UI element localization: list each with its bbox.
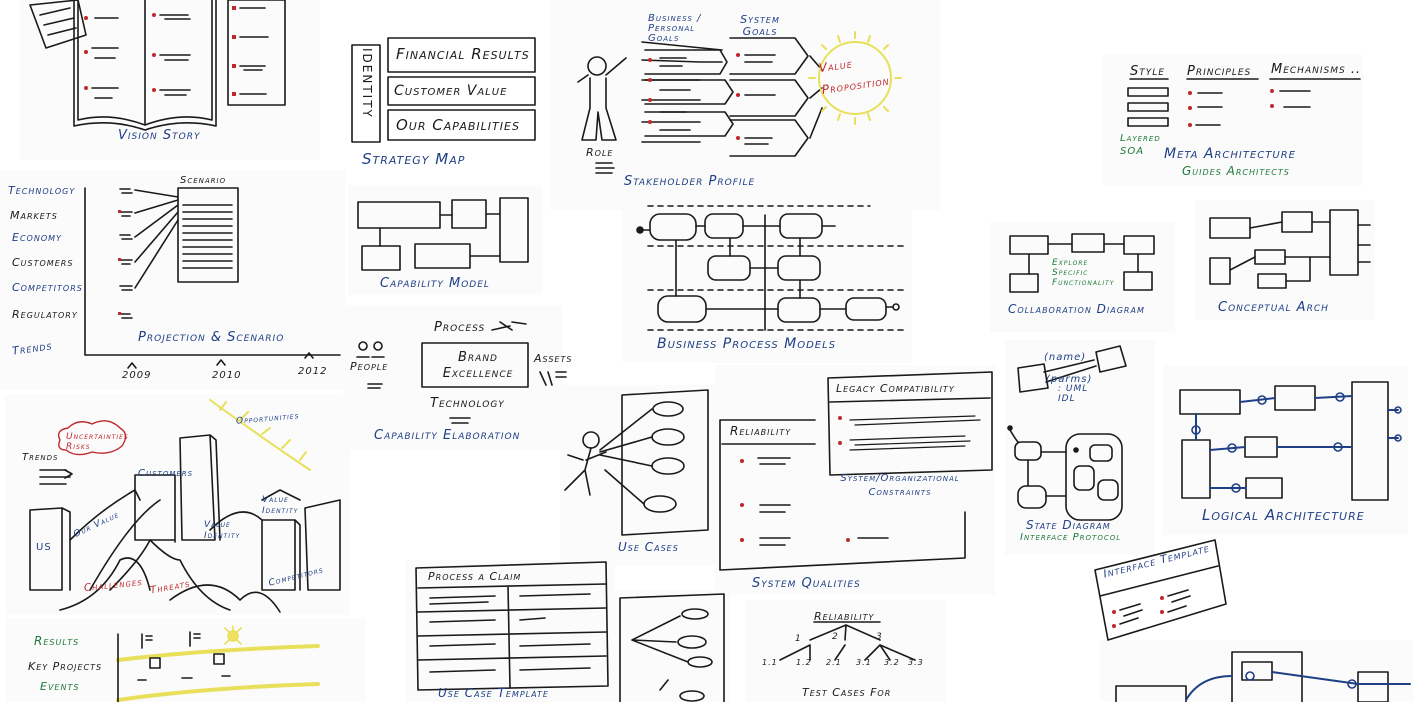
factor-competitors: Competitors <box>12 281 83 294</box>
test-root-reliability: Reliability <box>814 610 875 623</box>
test-node-2: 2 <box>832 632 839 642</box>
reliability-label: Reliability <box>730 424 792 438</box>
constraints-label: System/Organizational Constraints <box>840 473 960 498</box>
component-sketch <box>1115 651 1411 702</box>
results-timeline-sketch <box>116 625 320 702</box>
test-node-3-1: 3.1 <box>856 658 872 667</box>
system-qualities-sketch <box>719 371 993 571</box>
use-case-template-title: Use Case Template <box>438 686 549 700</box>
role-label: Role <box>586 146 614 159</box>
business-process-title: Business Process Models <box>657 336 837 352</box>
business-personal-goals-label: Business / Personal Goals <box>648 13 702 44</box>
state-diagram-sketch <box>1007 345 1127 521</box>
system-qualities-title: System Qualities <box>752 576 861 591</box>
strategy-row-customer: Customer Value <box>394 83 508 99</box>
year-2012: 2012 <box>298 366 328 377</box>
value-identity-left: Value Identity <box>204 520 241 541</box>
strategy-identity-label: IDENTITY <box>360 48 374 119</box>
collaboration-title: Collaboration Diagram <box>1008 302 1145 316</box>
vision-book-sketch <box>29 0 286 131</box>
test-node-1-2: 1.2 <box>796 658 812 667</box>
legacy-compatibility-label: Legacy Compatibility <box>836 382 955 395</box>
test-node-1-1: 1.1 <box>762 658 778 667</box>
results-label: Results <box>34 634 80 648</box>
meta-architecture-sketch <box>1127 78 1361 127</box>
factor-markets: Markets <box>10 209 58 222</box>
meta-header-principles: Principles <box>1187 64 1252 79</box>
capability-elaboration-title: Capability Elaboration <box>374 428 521 443</box>
meta-architecture-subtitle: Guides Architects <box>1182 164 1290 178</box>
events-label: Events <box>40 680 80 693</box>
strategy-row-capabilities: Our Capabilities <box>396 116 520 134</box>
vision-red-bullets <box>84 6 236 96</box>
uncertainties-label: Uncertainties Risks <box>66 432 129 452</box>
vision-story-title: Vision Story <box>118 128 201 143</box>
logical-arch-sketch <box>1179 381 1402 501</box>
capability-model-title: Capability Model <box>380 276 490 291</box>
stakeholder-sketch <box>577 37 823 174</box>
test-node-3-2: 3.2 <box>884 658 900 667</box>
factor-economy: Economy <box>12 231 62 244</box>
stakeholder-profile-title: Stakeholder Profile <box>624 174 756 189</box>
year-2009: 2009 <box>122 370 152 381</box>
people-label: People <box>350 360 389 373</box>
process-label: Process <box>434 320 486 335</box>
us-label: US <box>36 542 52 553</box>
landscape-trends-label: Trends <box>22 452 59 463</box>
brand-excellence-label: Brand Excellence <box>442 350 514 381</box>
process-claim-header: Process a Claim <box>428 570 522 583</box>
capability-model-sketch <box>357 197 529 271</box>
key-projects-label: Key Projects <box>28 660 103 673</box>
test-node-3-3: 3.3 <box>908 658 924 667</box>
factor-technology: Technology <box>8 184 76 197</box>
use-cases-sketch <box>564 389 709 536</box>
assets-label: Assets <box>534 352 573 365</box>
explore-functionality-note: Explore Specific Functionality <box>1052 258 1115 288</box>
conceptual-sketch <box>1209 209 1371 289</box>
factor-customers: Customers <box>12 256 74 269</box>
interface-protocol-label: Interface Protocol <box>1020 532 1122 543</box>
layered-soa-label: Layered SOA <box>1120 133 1161 157</box>
system-goals-label: System Goals <box>740 13 780 38</box>
projection-title: Projection & Scenario <box>138 330 285 345</box>
logical-architecture-title: Logical Architecture <box>1202 506 1365 524</box>
year-2010: 2010 <box>212 370 242 381</box>
value-identity-right: Value Identity <box>262 495 299 516</box>
conceptual-title: Conceptual Arch <box>1218 300 1329 315</box>
uml-idl-label: : UML IDL <box>1058 384 1089 404</box>
scenario-label: Scenario <box>180 175 227 186</box>
test-node-1: 1 <box>795 634 802 644</box>
test-node-2-1: 2.1 <box>826 658 842 667</box>
small-usecase-sketch <box>619 593 725 702</box>
use-cases-title: Use Cases <box>618 540 679 554</box>
technology-label: Technology <box>430 396 505 411</box>
name-label: (name) <box>1044 352 1087 363</box>
test-node-3: 3 <box>876 632 883 642</box>
test-cases-title: Test Cases For <box>802 686 892 699</box>
meta-header-mechanisms: Mechanisms .. <box>1271 62 1362 77</box>
meta-header-style: Style <box>1130 64 1165 79</box>
meta-architecture-title: Meta Architecture <box>1164 146 1296 162</box>
state-diagram-title: State Diagram <box>1026 518 1111 532</box>
business-process-sketch <box>636 205 906 331</box>
customers-label: Customers <box>138 468 194 479</box>
factor-regulatory: Regulatory <box>12 308 78 321</box>
strategy-map-title: Strategy Map <box>362 150 466 168</box>
strategy-row-financial: Financial Results <box>396 45 530 63</box>
